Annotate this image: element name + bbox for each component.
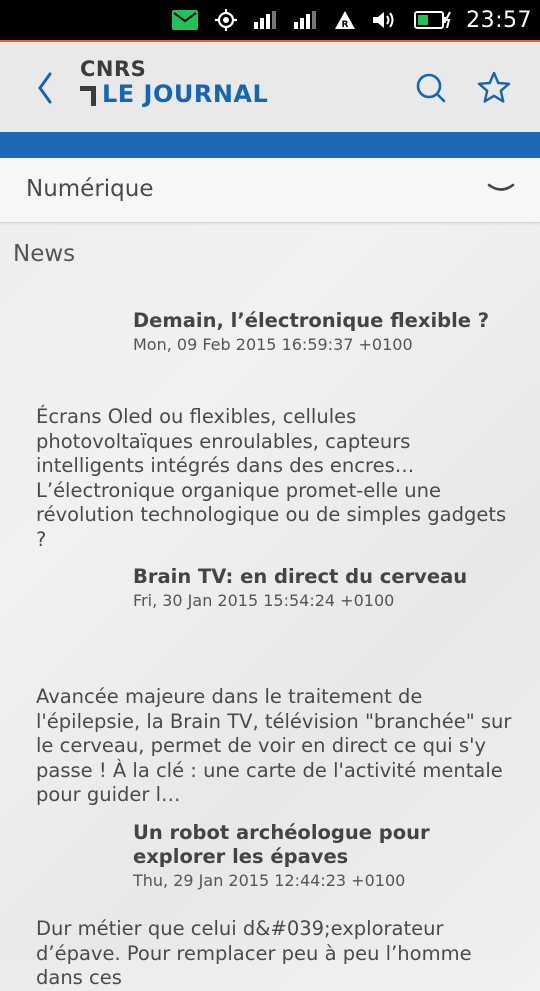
search-icon[interactable] — [412, 70, 448, 106]
clock: 23:57 — [466, 7, 532, 33]
svg-text:R: R — [342, 20, 349, 30]
logo-line2: LE JOURNAL — [102, 80, 269, 108]
logo-corner-icon — [80, 86, 96, 106]
article-description: Écrans Oled ou flexibles, cellules photo… — [36, 405, 507, 551]
article-title: Demain, l’électronique flexible ? — [133, 309, 490, 332]
signal-icon — [254, 11, 278, 29]
category-value: Numérique — [26, 176, 154, 202]
app-header: CNRS LE JOURNAL — [0, 42, 540, 132]
signal-icon — [294, 11, 318, 29]
brand-bar — [0, 132, 540, 158]
article-title: Un robot archéologue pour explorer les é… — [133, 821, 430, 868]
article-description: Dur métier que celui d&#039;explorateur … — [36, 917, 472, 989]
location-icon — [214, 8, 238, 32]
star-icon[interactable] — [476, 70, 512, 106]
article-date: Thu, 29 Jan 2015 12:44:23 +0100 — [133, 871, 406, 890]
section-title: News — [13, 241, 76, 267]
article-date: Mon, 09 Feb 2015 16:59:37 +0100 — [133, 335, 413, 354]
article-title: Brain TV: en direct du cerveau — [133, 565, 468, 588]
battery-charging-icon — [414, 10, 452, 30]
chevron-down-icon — [487, 183, 515, 191]
cnrs-logo: CNRS LE JOURNAL — [80, 58, 268, 106]
roaming-icon: R — [334, 10, 356, 30]
back-icon[interactable] — [34, 68, 58, 108]
category-dropdown[interactable]: Numérique — [0, 158, 540, 223]
logo-line1: CNRS — [80, 57, 147, 81]
status-bar: R 23:57 — [0, 0, 540, 40]
volume-icon — [372, 10, 398, 30]
message-icon — [172, 10, 199, 30]
article-date: Fri, 30 Jan 2015 15:54:24 +0100 — [133, 591, 395, 610]
article-description: Avancée majeure dans le traitement de l'… — [36, 685, 512, 806]
